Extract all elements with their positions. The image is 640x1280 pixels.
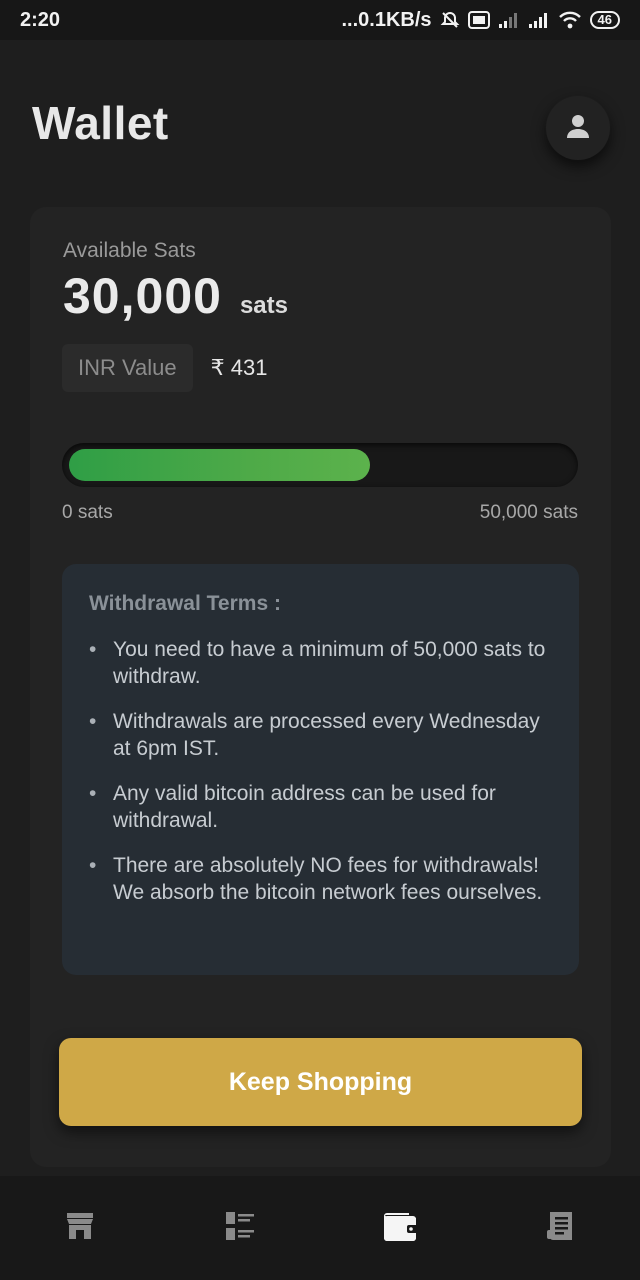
nav-item-list[interactable] xyxy=(200,1188,280,1268)
status-bar: 2:20 ...0.1KB/s 46 xyxy=(0,0,640,40)
terms-item: There are absolutely NO fees for withdra… xyxy=(89,852,552,906)
signal-icon xyxy=(498,11,520,29)
network-speed: ...0.1KB/s xyxy=(341,8,432,31)
user-icon xyxy=(564,112,592,145)
terms-item: You need to have a minimum of 50,000 sat… xyxy=(89,636,552,690)
alarm-off-icon xyxy=(440,10,460,30)
receipt-icon xyxy=(544,1210,576,1247)
list-icon xyxy=(224,1210,256,1247)
terms-item: Withdrawals are processed every Wednesda… xyxy=(89,708,552,762)
sats-amount: 30,000 xyxy=(63,268,222,324)
status-time: 2:20 xyxy=(20,8,61,31)
wifi-icon xyxy=(558,10,582,30)
available-sats-label: Available Sats xyxy=(63,239,196,262)
wallet-icon xyxy=(381,1209,419,1248)
terms-item: Any valid bitcoin address can be used fo… xyxy=(89,780,552,834)
nav-item-receipts[interactable] xyxy=(520,1188,600,1268)
inr-row: INR Value ₹ 431 xyxy=(62,344,267,392)
nav-item-wallet[interactable] xyxy=(360,1188,440,1268)
inr-value: ₹ 431 xyxy=(210,355,268,380)
nav-item-store[interactable] xyxy=(40,1188,120,1268)
withdrawal-progress-bar xyxy=(62,443,578,487)
progress-max-label: 50,000 sats xyxy=(479,502,578,523)
progress-fill xyxy=(69,449,371,481)
withdrawal-terms: Withdrawal Terms : You need to have a mi… xyxy=(62,564,579,975)
signal-icon-2 xyxy=(528,11,550,29)
sats-balance: 30,000 sats xyxy=(63,267,288,325)
battery-indicator: 46 xyxy=(589,11,620,29)
inr-label: INR Value xyxy=(62,344,193,392)
profile-button[interactable] xyxy=(546,96,610,160)
wallet-card: Available Sats 30,000 sats INR Value ₹ 4… xyxy=(30,207,611,1167)
keep-shopping-button[interactable]: Keep Shopping xyxy=(59,1038,582,1126)
sats-unit: sats xyxy=(239,292,288,319)
terms-title: Withdrawal Terms : xyxy=(89,592,281,615)
bottom-nav xyxy=(0,1176,640,1280)
status-icons: ...0.1KB/s 46 xyxy=(341,9,620,32)
volte-icon xyxy=(467,10,490,30)
progress-min-label: 0 sats xyxy=(62,502,113,523)
store-icon xyxy=(64,1210,96,1247)
terms-list: You need to have a minimum of 50,000 sat… xyxy=(89,636,552,906)
page-title: Wallet xyxy=(32,97,169,149)
